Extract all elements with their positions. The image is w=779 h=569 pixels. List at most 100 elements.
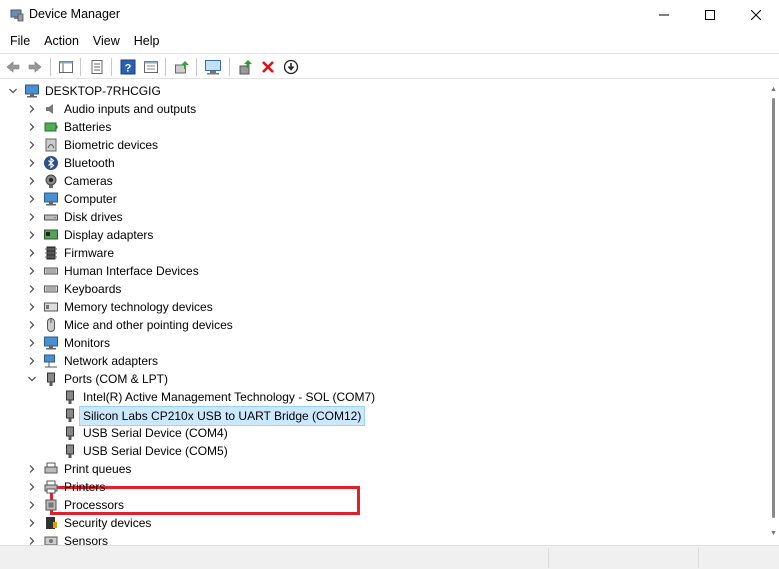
toolbar-separator [111,58,112,76]
expand-chevron-icon[interactable] [27,140,37,150]
help-button[interactable]: ? [118,57,138,77]
category-batteries[interactable]: Batteries [64,118,111,136]
title-bar: Device Manager [0,0,779,30]
update-driver-button[interactable] [172,57,192,77]
expand-chevron-icon[interactable] [27,212,37,222]
category-sensors[interactable]: Sensors [64,532,108,545]
close-button[interactable] [733,0,779,30]
computer-icon [44,192,58,206]
expand-chevron-icon[interactable] [27,320,37,330]
security-icon [46,517,57,529]
disable-device-button[interactable] [281,57,301,77]
expand-chevron-icon[interactable] [27,464,37,474]
back-button[interactable] [3,57,23,77]
menu-view[interactable]: View [86,30,127,52]
toolbar-separator [229,58,230,76]
scroll-down-arrow-icon[interactable]: ▼ [770,530,777,537]
view-button[interactable] [141,57,161,77]
collapse-root-chevron-icon[interactable] [8,86,18,96]
expand-chevron-icon[interactable] [27,518,37,528]
category-firmware[interactable]: Firmware [64,244,114,262]
scroll-up-arrow-icon[interactable]: ▲ [770,86,777,93]
menu-file[interactable]: File [0,30,37,52]
port-device-item[interactable]: USB Serial Device (COM4) [83,424,228,442]
port-device-item[interactable]: Intel(R) Active Management Technology - … [83,388,375,406]
expand-chevron-icon[interactable] [27,158,37,168]
back-icon [6,61,20,73]
expand-chevron-icon[interactable] [27,500,37,510]
fingerprint-icon [45,138,57,152]
device-tree[interactable]: DESKTOP-7RHCGIG Audio inputs and outputs… [0,82,768,545]
expand-chevron-icon[interactable] [27,230,37,240]
category-bluetooth[interactable]: Bluetooth [64,154,115,172]
category-memory-technology-devices[interactable]: Memory technology devices [64,298,213,316]
category-audio-inputs-and-outputs[interactable]: Audio inputs and outputs [64,100,196,118]
show-hide-tree-button[interactable] [56,57,76,77]
minimize-button[interactable] [641,0,687,30]
menu-action[interactable]: Action [37,30,86,52]
category-cameras[interactable]: Cameras [64,172,113,190]
scroll-thumb[interactable] [772,98,775,518]
port-icon [66,444,74,458]
maximize-button[interactable] [687,0,733,30]
firmware-icon [45,246,57,260]
speaker-icon [46,104,53,114]
port-device-item[interactable]: USB Serial Device (COM5) [83,442,228,460]
uninstall-button[interactable] [258,57,278,77]
disk-drive-icon [44,214,58,221]
scan-hardware-button[interactable] [203,57,223,77]
category-printers[interactable]: Printers [64,478,105,496]
mouse-icon [47,318,55,332]
category-human-interface-devices[interactable]: Human Interface Devices [64,262,199,280]
status-cell [698,548,699,568]
expand-chevron-icon[interactable] [27,338,37,348]
monitor-icon [44,336,58,350]
category-display-adapters[interactable]: Display adapters [64,226,153,244]
properties-button[interactable] [87,57,107,77]
category-processors[interactable]: Processors [64,496,124,514]
expand-chevron-icon[interactable] [27,536,37,545]
maximize-icon [705,10,715,20]
expand-chevron-icon[interactable] [27,284,37,294]
expand-chevron-icon[interactable] [27,266,37,276]
menu-help[interactable]: Help [127,30,167,52]
category-network-adapters[interactable]: Network adapters [64,352,158,370]
scan-hardware-icon [205,60,221,75]
status-bar [0,545,779,569]
category-security-devices[interactable]: Security devices [64,514,151,532]
expand-chevron-icon[interactable] [27,482,37,492]
add-legacy-button[interactable] [236,57,256,77]
category-ports-com-lpt[interactable]: Ports (COM & LPT) [64,370,168,388]
port-device-item[interactable]: Silicon Labs CP210x USB to UART Bridge (… [79,406,366,426]
toolbar-separator [196,58,197,76]
uninstall-icon [262,61,274,73]
vertical-scrollbar[interactable]: ▲ ▼ [768,82,779,545]
expand-chevron-icon[interactable] [27,104,37,114]
close-icon [751,10,761,20]
collapse-chevron-icon[interactable] [27,374,37,384]
expand-chevron-icon[interactable] [27,122,37,132]
expand-chevron-icon[interactable] [27,194,37,204]
expand-chevron-icon[interactable] [27,302,37,312]
forward-button[interactable] [25,57,45,77]
root-computer-label[interactable]: DESKTOP-7RHCGIG [45,82,161,100]
window-title: Device Manager [29,7,121,21]
expand-chevron-icon[interactable] [27,356,37,366]
forward-icon [28,61,42,73]
toolbar: ? [0,53,779,79]
category-computer[interactable]: Computer [64,190,117,208]
expand-chevron-icon[interactable] [27,248,37,258]
expand-chevron-icon[interactable] [27,176,37,186]
category-keyboards[interactable]: Keyboards [64,280,121,298]
category-disk-drives[interactable]: Disk drives [64,208,123,226]
show-hide-tree-icon [59,61,73,73]
memory-icon [44,302,58,312]
category-monitors[interactable]: Monitors [64,334,110,352]
properties-icon [91,60,103,74]
disable-device-icon [283,59,299,75]
print-queue-icon [44,462,58,474]
category-mice-and-other-pointing-devices[interactable]: Mice and other pointing devices [64,316,233,334]
category-biometric-devices[interactable]: Biometric devices [64,136,158,154]
camera-icon [45,174,57,188]
category-print-queues[interactable]: Print queues [64,460,131,478]
